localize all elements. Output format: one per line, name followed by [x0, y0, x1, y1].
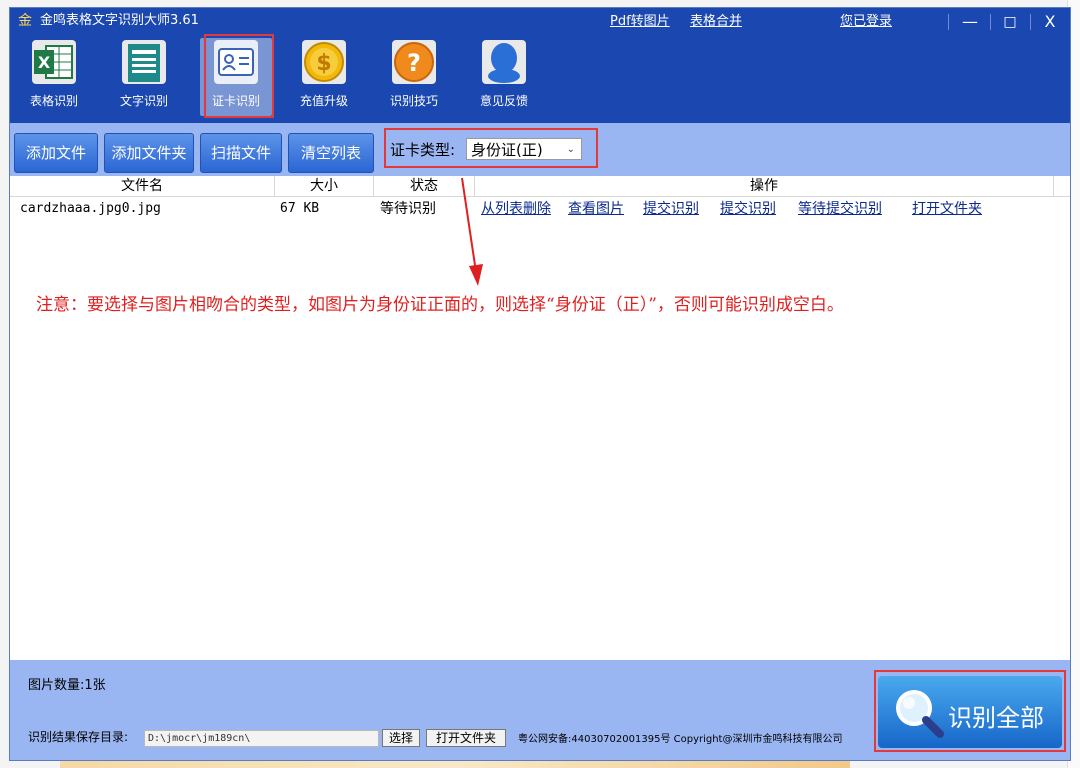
svg-text:?: ?	[407, 49, 421, 77]
highlight-box-recognize-all	[874, 670, 1066, 752]
annotation-arrow	[461, 177, 483, 286]
save-dir-input[interactable]: D:\jmocr\jm189cn\	[144, 730, 379, 747]
app-title: 金鸣表格文字识别大师3.61	[40, 13, 199, 28]
maximize-button[interactable]: □	[990, 8, 1030, 36]
copyright-text: 粤公网安备:44030702001395号 Copyright@深圳市金鸣科技有…	[518, 734, 843, 745]
pdf-to-image-link[interactable]: Pdf转图片	[610, 13, 670, 31]
submit-recognition-link-2[interactable]: 提交识别	[720, 200, 776, 218]
svg-text:$: $	[316, 51, 331, 76]
file-size-cell: 67 KB	[280, 201, 320, 216]
help-icon: ?	[390, 38, 438, 86]
tool-label: 文字识别	[119, 94, 168, 108]
tool-recharge-upgrade[interactable]: $ 充值升级	[288, 38, 360, 116]
tool-label: 意见反馈	[479, 94, 528, 108]
open-folder-button[interactable]: 打开文件夹	[426, 729, 506, 747]
highlight-box-tool	[204, 34, 274, 118]
minimize-button[interactable]: —	[950, 8, 990, 36]
file-status-cell: 等待识别	[380, 201, 436, 217]
tool-label: 识别技巧	[389, 94, 438, 108]
tool-text-recognition[interactable]: 文字识别	[108, 38, 180, 116]
submit-recognition-link[interactable]: 提交识别	[643, 200, 699, 218]
app-logo-icon: 金	[18, 13, 32, 29]
column-header-operations[interactable]: 操作	[475, 176, 1054, 196]
tool-recognition-tips[interactable]: ? 识别技巧	[378, 38, 450, 116]
save-dir-label: 识别结果保存目录:	[28, 730, 129, 744]
column-header-filename[interactable]: 文件名	[10, 176, 275, 196]
tool-label: 表格识别	[29, 94, 78, 108]
title-separator	[948, 14, 949, 30]
clear-list-button[interactable]: 清空列表	[288, 133, 374, 173]
choose-dir-button[interactable]: 选择	[382, 729, 420, 747]
feedback-icon	[480, 38, 528, 86]
column-header-size[interactable]: 大小	[275, 176, 374, 196]
remove-from-list-link[interactable]: 从列表删除	[481, 200, 551, 218]
svg-text:X: X	[38, 53, 51, 72]
tool-feedback[interactable]: 意见反馈	[468, 38, 540, 116]
close-button[interactable]: X	[1030, 8, 1070, 36]
highlight-box-card-type	[384, 128, 598, 168]
wait-submit-link[interactable]: 等待提交识别	[798, 200, 882, 218]
open-folder-link[interactable]: 打开文件夹	[912, 200, 982, 218]
file-name-cell: cardzhaaa.jpg0.jpg	[20, 201, 161, 216]
tool-label: 充值升级	[299, 94, 348, 108]
tool-table-recognition[interactable]: X 表格识别	[18, 38, 90, 116]
add-folder-button[interactable]: 添加文件夹	[104, 133, 194, 173]
logged-in-link[interactable]: 您已登录	[840, 13, 892, 31]
scan-file-button[interactable]: 扫描文件	[200, 133, 282, 173]
image-count: 图片数量:1张	[28, 678, 106, 693]
excel-icon: X	[30, 38, 78, 86]
view-image-link[interactable]: 查看图片	[568, 200, 624, 218]
coin-icon: $	[300, 38, 348, 86]
title-bar: 金 金鸣表格文字识别大师3.61 Pdf转图片 表格合并 您已登录 — □ X …	[10, 8, 1070, 123]
app-window: 金 金鸣表格文字识别大师3.61 Pdf转图片 表格合并 您已登录 — □ X …	[10, 8, 1070, 760]
document-icon	[120, 38, 168, 86]
annotation-note: 注意：要选择与图片相吻合的类型，如图片为身份证正面的，则选择“身份证（正）”，否…	[36, 295, 844, 315]
add-file-button[interactable]: 添加文件	[14, 133, 98, 173]
table-row[interactable]: cardzhaaa.jpg0.jpg 67 KB 等待识别 从列表删除 查看图片…	[10, 198, 1070, 220]
table-merge-link[interactable]: 表格合并	[690, 13, 742, 31]
file-list-header: 文件名 大小 状态 操作	[10, 176, 1070, 197]
